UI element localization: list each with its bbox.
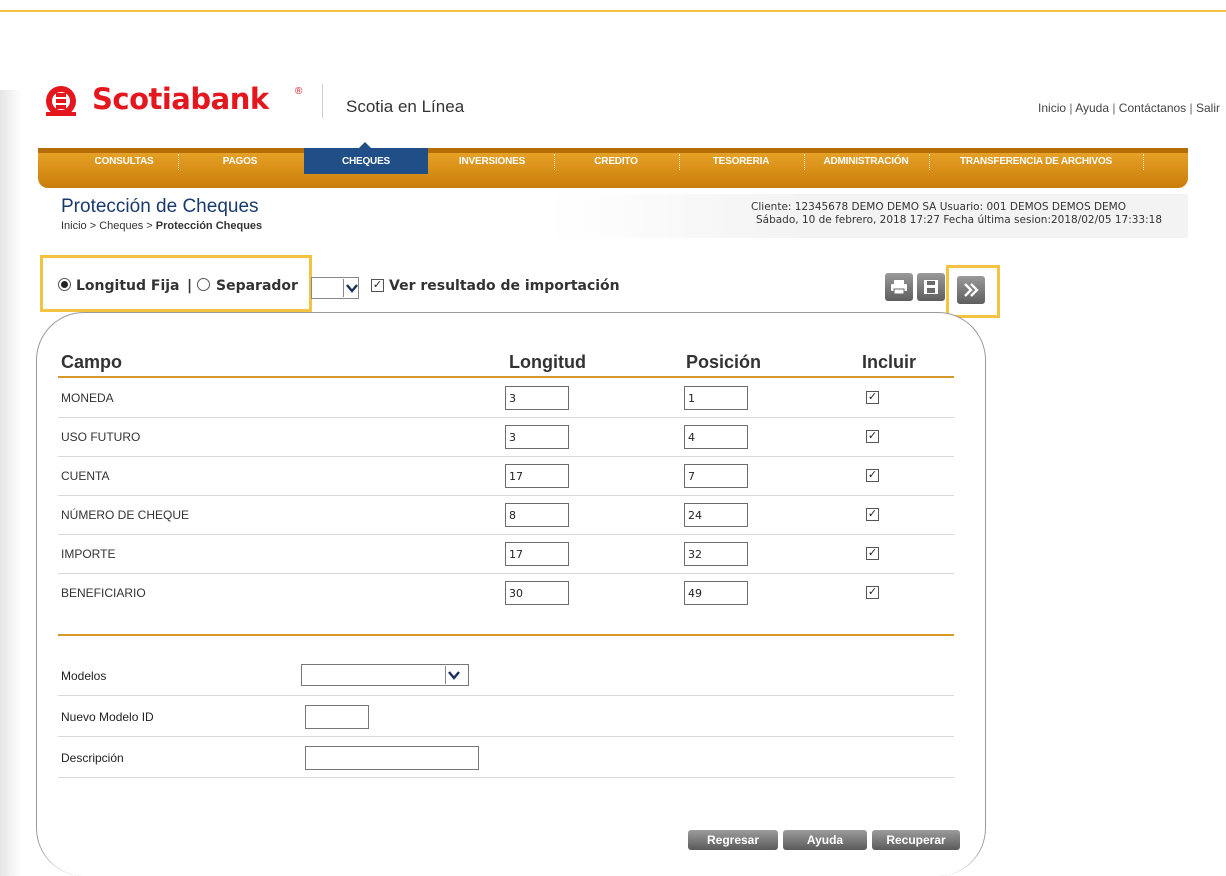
nuevo-modelo-id-input[interactable] bbox=[305, 705, 369, 729]
print-button[interactable] bbox=[885, 273, 913, 301]
modelos-select[interactable] bbox=[301, 664, 469, 686]
incluir-checkbox-beneficiario[interactable]: ✓ bbox=[866, 586, 879, 599]
double-chevron-right-icon bbox=[964, 283, 979, 297]
scotiabank-logo-icon bbox=[46, 86, 76, 116]
nav-consultas[interactable]: CONSULTAS bbox=[70, 148, 178, 174]
session-client-user: Cliente: 12345678 DEMO DEMO SA Usuario: … bbox=[751, 201, 1126, 213]
descripcion-label: Descripción bbox=[61, 751, 124, 765]
longitud-input-uso-futuro[interactable]: 3 bbox=[505, 425, 569, 449]
link-salir[interactable]: Salir bbox=[1196, 101, 1220, 115]
session-date: Sábado, 10 de febrero, 2018 17:27 Fecha … bbox=[755, 214, 1162, 226]
link-separator: | bbox=[1186, 101, 1196, 115]
incluir-checkbox-moneda[interactable]: ✓ bbox=[866, 391, 879, 404]
top-accent-rule bbox=[0, 10, 1226, 12]
link-contactanos[interactable]: Contáctanos bbox=[1119, 101, 1186, 115]
nuevo-modelo-label: Nuevo Modelo ID bbox=[61, 710, 154, 724]
header-longitud: Longitud bbox=[509, 352, 586, 372]
option-divider: | bbox=[187, 278, 193, 294]
row-label-beneficiario: BENEFICIARIO bbox=[61, 586, 146, 600]
chevron-down-icon[interactable] bbox=[445, 666, 461, 684]
breadcrumb-path[interactable]: Inicio > Cheques > bbox=[61, 220, 156, 232]
row-label-cuenta: CUENTA bbox=[61, 469, 110, 483]
save-icon bbox=[924, 280, 938, 294]
posicion-input-uso-futuro[interactable]: 4 bbox=[684, 425, 748, 449]
chevron-down-icon[interactable] bbox=[343, 279, 359, 297]
row-divider bbox=[58, 495, 954, 496]
app-name: Scotia en Línea bbox=[346, 97, 465, 116]
nav-credito[interactable]: CREDITO bbox=[554, 148, 678, 174]
header-posicion: Posición bbox=[686, 352, 762, 372]
separador-label: Separador bbox=[216, 278, 298, 294]
ayuda-button[interactable]: Ayuda bbox=[783, 830, 867, 850]
longitud-fija-label: Longitud Fija bbox=[76, 278, 180, 294]
ver-resultado-label: Ver resultado de importación bbox=[389, 278, 620, 294]
form-divider bbox=[58, 695, 954, 696]
modelos-label: Modelos bbox=[61, 669, 107, 683]
link-separator: | bbox=[1109, 101, 1119, 115]
longitud-input-beneficiario[interactable]: 30 bbox=[505, 581, 569, 605]
row-label-importe: IMPORTE bbox=[61, 547, 116, 561]
row-divider bbox=[58, 573, 954, 574]
incluir-checkbox-importe[interactable]: ✓ bbox=[866, 547, 879, 560]
header-campo: Campo bbox=[61, 352, 123, 372]
separador-radio[interactable] bbox=[197, 278, 210, 291]
breadcrumb: Inicio > Cheques > Protección Cheques bbox=[61, 220, 262, 232]
nav-pagos[interactable]: PAGOS bbox=[178, 148, 302, 174]
posicion-input-beneficiario[interactable]: 49 bbox=[684, 581, 748, 605]
top-links: Inicio | Ayuda | Contáctanos | Salir bbox=[1038, 101, 1220, 115]
row-label-moneda: MONEDA bbox=[61, 391, 114, 405]
posicion-input-numero-cheque[interactable]: 24 bbox=[684, 503, 748, 527]
posicion-input-cuenta[interactable]: 7 bbox=[684, 464, 748, 488]
row-label-numero-cheque: NÚMERO DE CHEQUE bbox=[61, 508, 190, 522]
incluir-checkbox-numero-cheque[interactable]: ✓ bbox=[866, 508, 879, 521]
nav-inversiones[interactable]: INVERSIONES bbox=[430, 148, 554, 174]
page-shadow bbox=[0, 90, 22, 876]
link-separator: | bbox=[1066, 101, 1076, 115]
form-divider bbox=[58, 736, 954, 737]
incluir-checkbox-cuenta[interactable]: ✓ bbox=[866, 469, 879, 482]
nav-transferencia-archivos[interactable]: TRANSFERENCIA DE ARCHIVOS bbox=[929, 148, 1143, 174]
incluir-checkbox-uso-futuro[interactable]: ✓ bbox=[866, 430, 879, 443]
ver-resultado-checkbox[interactable]: ✓ bbox=[371, 279, 384, 292]
posicion-input-moneda[interactable]: 1 bbox=[684, 386, 748, 410]
form-divider bbox=[58, 777, 954, 778]
link-ayuda[interactable]: Ayuda bbox=[1075, 101, 1109, 115]
nav-tesoreria[interactable]: TESORERIA bbox=[679, 148, 803, 174]
nav-divider bbox=[1143, 154, 1144, 170]
header-divider bbox=[322, 84, 323, 118]
posicion-input-importe[interactable]: 32 bbox=[684, 542, 748, 566]
recuperar-button[interactable]: Recuperar bbox=[872, 830, 960, 850]
nav-administracion[interactable]: ADMINISTRACIÓN bbox=[804, 148, 928, 174]
descripcion-input[interactable] bbox=[305, 746, 479, 770]
section-rule bbox=[58, 634, 954, 636]
longitud-input-numero-cheque[interactable]: 8 bbox=[505, 503, 569, 527]
print-icon bbox=[891, 280, 907, 295]
page-title: Protección de Cheques bbox=[61, 196, 259, 217]
row-divider bbox=[58, 534, 954, 535]
brand-name: Scotiabank bbox=[92, 82, 269, 116]
longitud-input-importe[interactable]: 17 bbox=[505, 542, 569, 566]
row-divider bbox=[58, 456, 954, 457]
longitud-input-moneda[interactable]: 3 bbox=[505, 386, 569, 410]
table-header-rule bbox=[58, 376, 954, 378]
next-button[interactable] bbox=[957, 276, 985, 304]
breadcrumb-current: Protección Cheques bbox=[155, 220, 263, 232]
header-incluir: Incluir bbox=[862, 352, 917, 372]
row-divider bbox=[58, 417, 954, 418]
longitud-input-cuenta[interactable]: 17 bbox=[505, 464, 569, 488]
session-info: Cliente: 12345678 DEMO DEMO SA Usuario: … bbox=[548, 194, 1188, 238]
brand-registered-mark: ® bbox=[295, 86, 303, 97]
row-label-uso-futuro: USO FUTURO bbox=[61, 430, 141, 444]
longitud-fija-radio[interactable] bbox=[58, 278, 71, 291]
link-inicio[interactable]: Inicio bbox=[1038, 101, 1066, 115]
save-button[interactable] bbox=[917, 273, 945, 301]
regresar-button[interactable]: Regresar bbox=[688, 830, 778, 850]
nav-cheques[interactable]: CHEQUES bbox=[304, 148, 428, 174]
